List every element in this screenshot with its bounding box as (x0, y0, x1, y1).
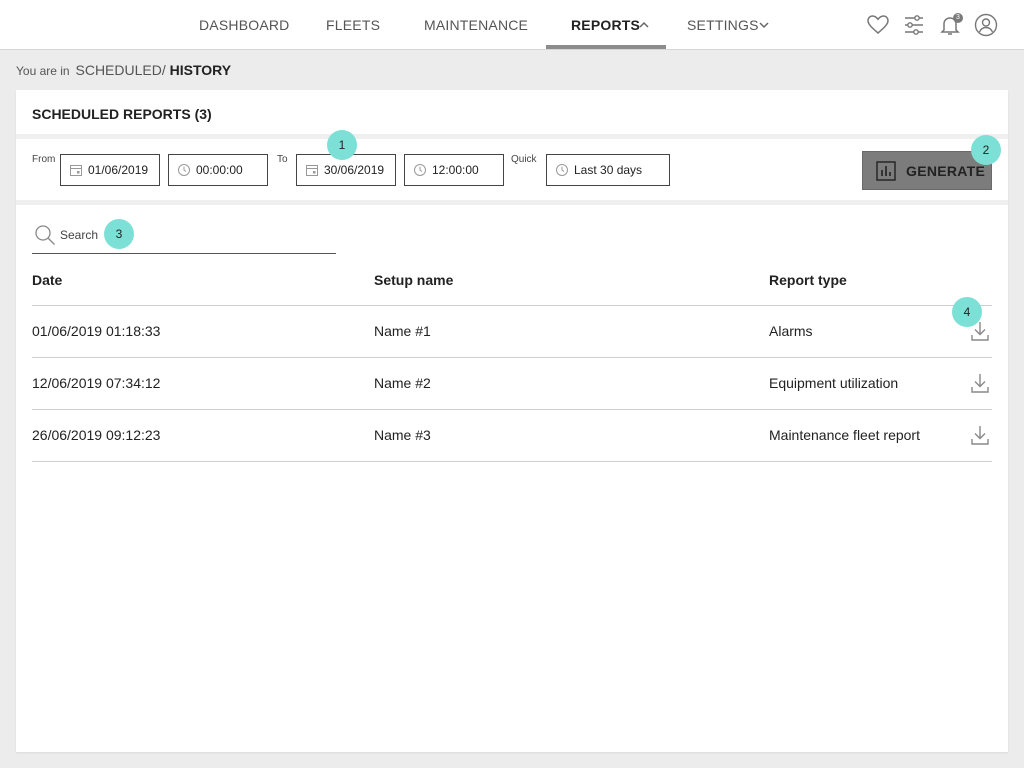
breadcrumb: You are in SCHEDULED/ HISTORY (16, 62, 231, 80)
from-time-value: 00:00:00 (196, 163, 243, 177)
row-setup-name: Name #1 (374, 323, 431, 339)
row-report-type: Maintenance fleet report (769, 427, 920, 443)
row-date: 01/06/2019 01:18:33 (32, 323, 161, 339)
nav-item-maintenance[interactable]: MAINTENANCE (424, 0, 528, 50)
bar-chart-icon (876, 161, 896, 181)
from-date-field[interactable]: 01/06/2019 (60, 154, 160, 186)
column-header-setup-name[interactable]: Setup name (374, 272, 453, 288)
clock-icon (178, 164, 190, 176)
breadcrumb-prefix: You are in (16, 64, 70, 78)
clock-icon (414, 164, 426, 176)
scheduled-reports-card: SCHEDULED REPORTS (3) From 01/06/2019 00… (16, 90, 1008, 752)
page-title: SCHEDULED REPORTS (3) (32, 106, 212, 122)
chevron-down-icon[interactable] (758, 19, 770, 31)
quick-range-select[interactable]: Last 30 days (546, 154, 670, 186)
search-icon (35, 225, 55, 245)
table-row: 01/06/2019 01:18:33 Name #1 Alarms (32, 306, 992, 358)
to-time-value: 12:00:00 (432, 163, 479, 177)
search-input[interactable] (60, 225, 320, 245)
user-icon[interactable] (974, 13, 998, 37)
row-date: 26/06/2019 09:12:23 (32, 427, 161, 443)
column-header-date[interactable]: Date (32, 272, 62, 288)
divider (16, 200, 1008, 205)
search-bar (32, 218, 336, 254)
from-label: From (32, 154, 56, 165)
to-label: To (277, 154, 288, 165)
breadcrumb-current: HISTORY (169, 62, 232, 78)
nav-item-settings[interactable]: SETTINGS (687, 0, 759, 50)
row-report-type: Alarms (769, 323, 813, 339)
from-date-value: 01/06/2019 (88, 163, 149, 177)
chevron-up-icon[interactable] (638, 19, 650, 31)
from-time-field[interactable]: 00:00:00 (168, 154, 268, 186)
nav-item-reports[interactable]: REPORTS (571, 0, 640, 50)
download-icon[interactable] (970, 372, 990, 394)
nav-item-dashboard[interactable]: DASHBOARD (199, 0, 289, 50)
row-report-type: Equipment utilization (769, 375, 899, 391)
active-tab-indicator (546, 45, 666, 49)
top-navigation-bar: DASHBOARD FLEETS MAINTENANCE REPORTS SET… (0, 0, 1024, 50)
nav-item-fleets[interactable]: FLEETS (326, 0, 380, 50)
annotation-marker-2: 2 (971, 135, 1001, 165)
quick-range-value: Last 30 days (574, 163, 643, 177)
row-setup-name: Name #2 (374, 375, 431, 391)
to-time-field[interactable]: 12:00:00 (404, 154, 504, 186)
annotation-marker-3: 3 (104, 219, 134, 249)
heart-icon[interactable] (866, 13, 890, 37)
calendar-icon (306, 165, 318, 176)
row-setup-name: Name #3 (374, 427, 431, 443)
annotation-marker-4: 4 (952, 297, 982, 327)
breadcrumb-scheduled-link[interactable]: SCHEDULED/ (76, 62, 166, 78)
notification-badge: 3 (953, 13, 963, 23)
calendar-icon (70, 165, 82, 176)
to-date-value: 30/06/2019 (324, 163, 385, 177)
annotation-marker-1: 1 (327, 130, 357, 160)
sliders-icon[interactable] (902, 13, 926, 37)
divider (16, 134, 1008, 139)
download-icon[interactable] (970, 424, 990, 446)
table-row: 26/06/2019 09:12:23 Name #3 Maintenance … (32, 410, 992, 462)
column-header-report-type[interactable]: Report type (769, 272, 847, 288)
table-row: 12/06/2019 07:34:12 Name #2 Equipment ut… (32, 358, 992, 410)
quick-label: Quick (511, 154, 537, 165)
clock-icon (556, 164, 568, 176)
row-date: 12/06/2019 07:34:12 (32, 375, 161, 391)
